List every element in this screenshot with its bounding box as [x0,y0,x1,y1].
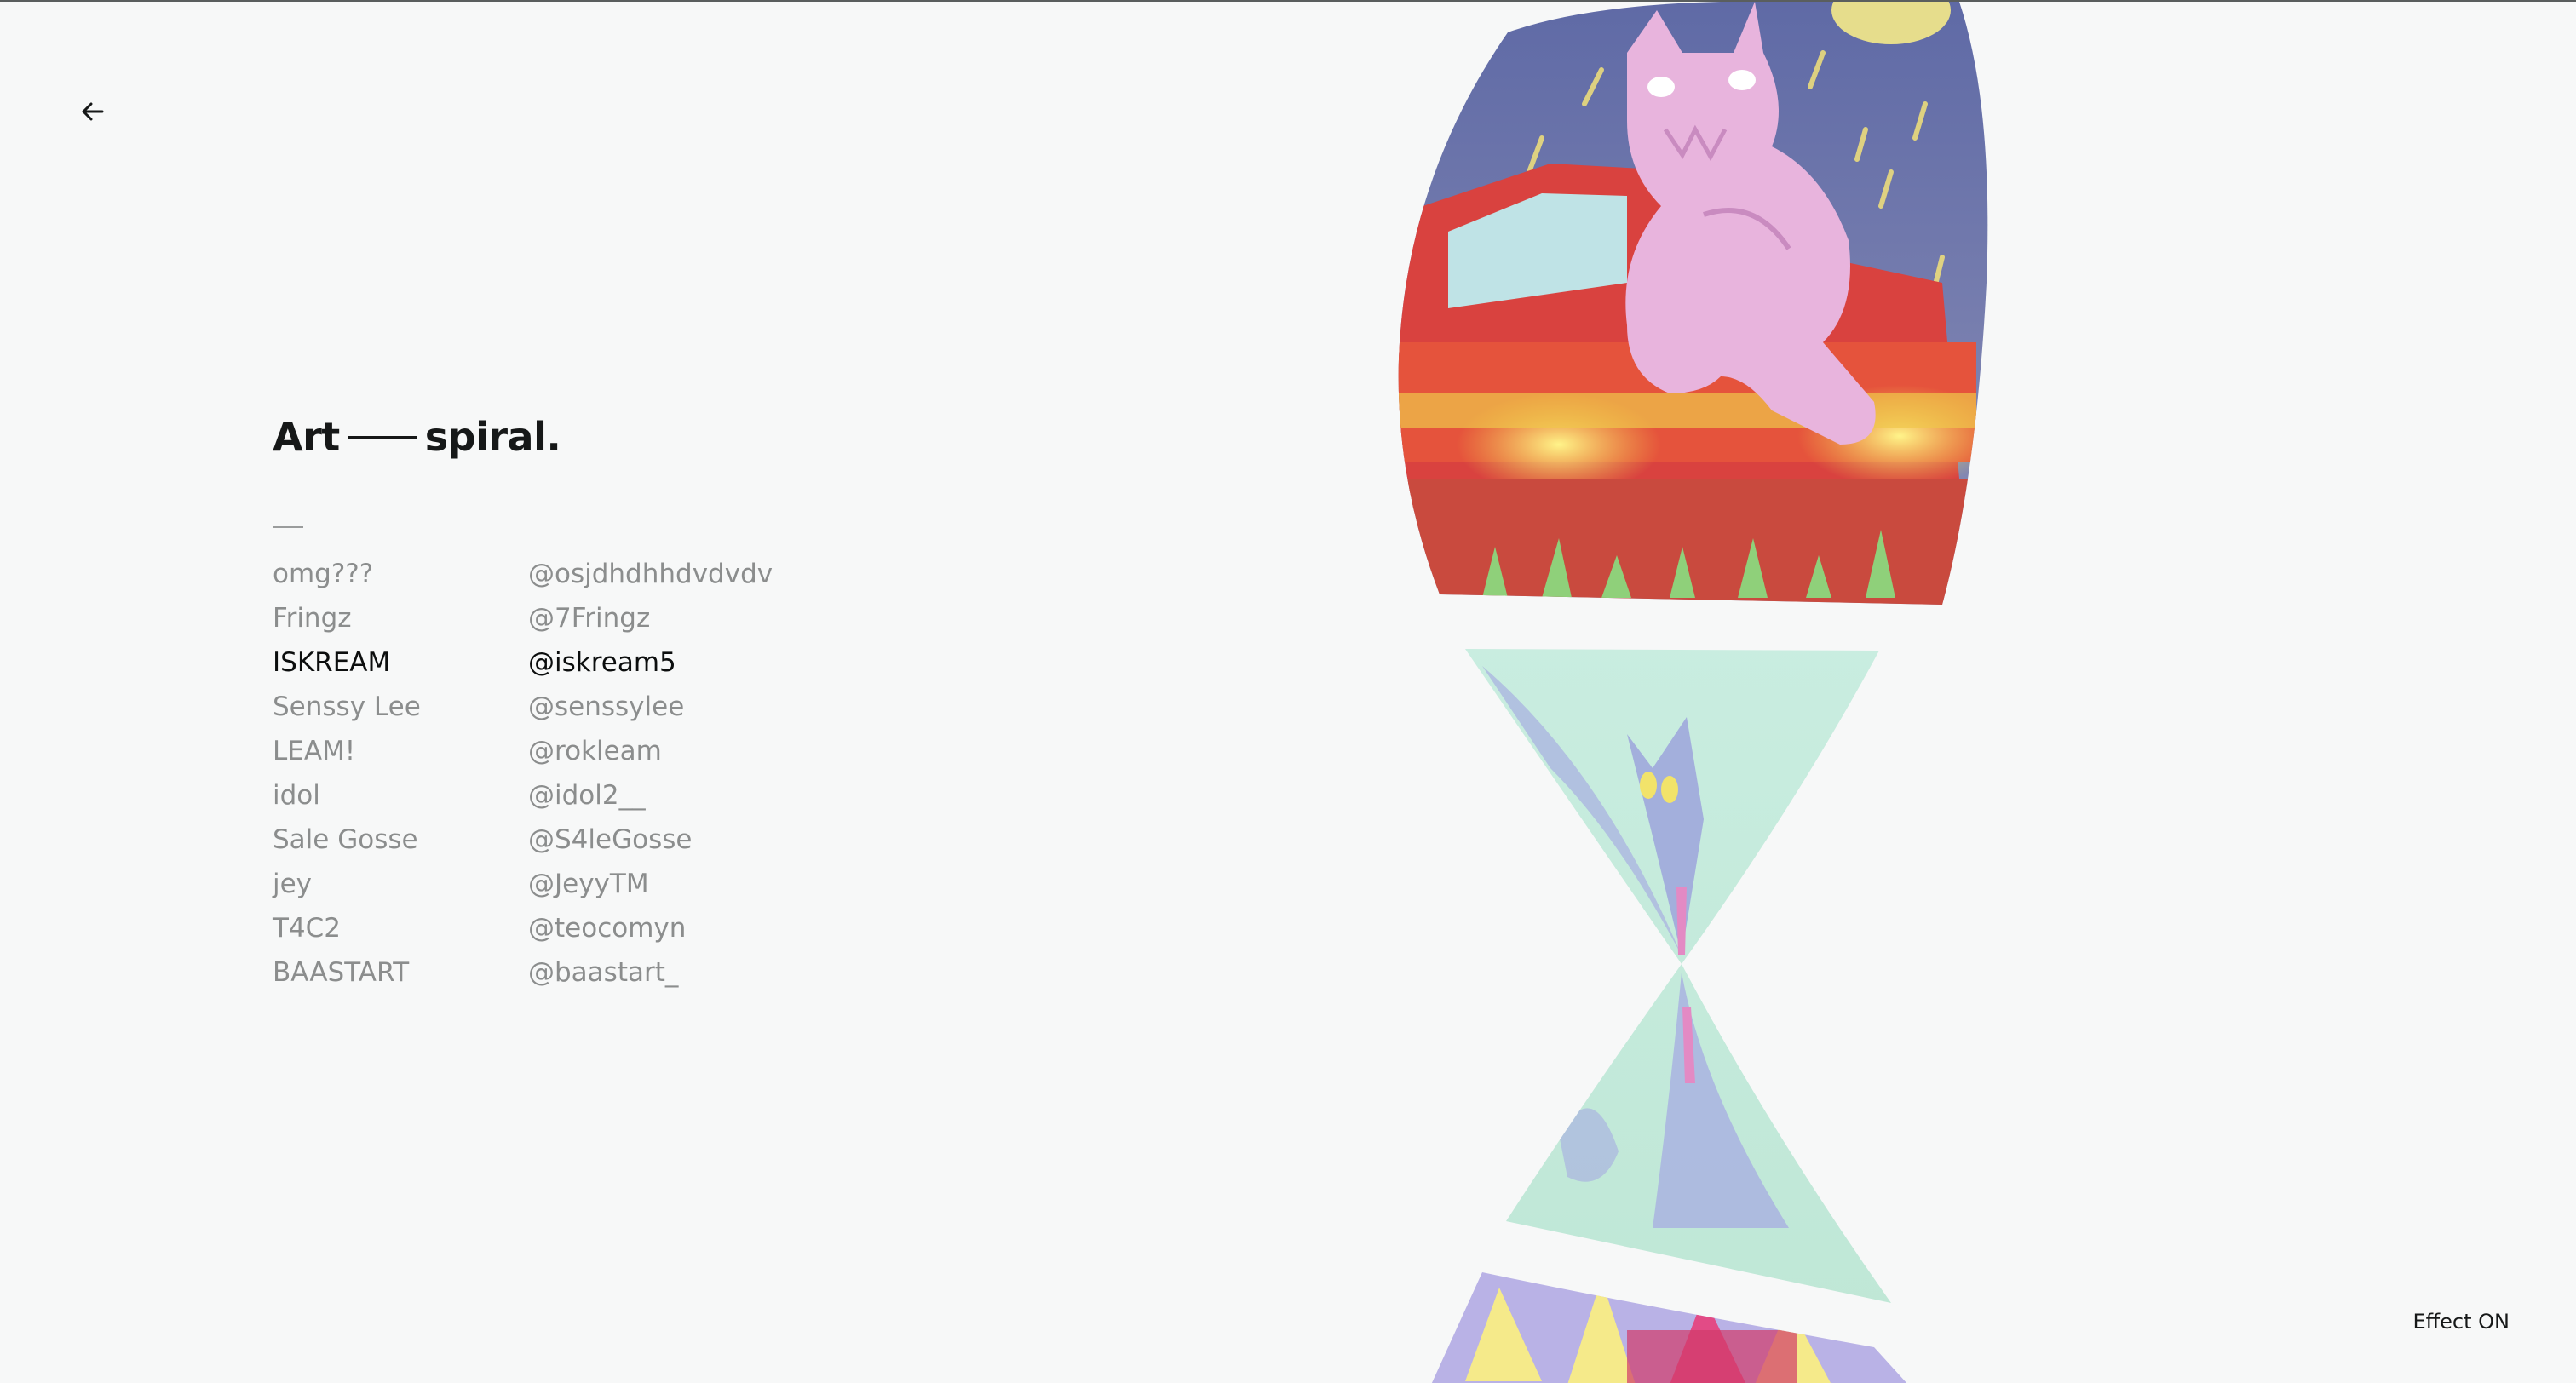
artist-handle: @JeyyTM [528,869,649,899]
title-part-spiral: spiral. [424,414,561,460]
artist-handle: @senssylee [528,692,685,722]
credit-row[interactable]: omg??? @osjdhdhhdvdvdv [273,552,869,596]
artwork-top-panel [1398,2,1988,605]
credit-row[interactable]: Senssy Lee @senssylee [273,685,869,729]
artist-handle: @baastart_ [528,957,679,988]
artist-name: omg??? [273,559,374,589]
artist-handle: @S4leGosse [528,824,693,855]
page-title: Art spiral. [273,414,561,460]
artist-name: BAASTART [273,957,410,988]
artist-name: T4C2 [273,913,342,944]
artist-handle: @7Fringz [528,603,651,634]
back-button[interactable] [73,92,112,131]
credit-row[interactable]: jey @JeyyTM [273,862,869,906]
title-dash [348,435,417,439]
artwork-middle-panel [1465,649,1891,1303]
artist-handle: @iskream5 [528,647,676,678]
artist-name: Senssy Lee [273,692,421,722]
credit-row[interactable]: Fringz @7Fringz [273,596,869,640]
artist-name: Sale Gosse [273,824,418,855]
artist-name: ISKREAM [273,647,391,678]
title-part-art: Art [273,414,340,460]
section-divider [273,526,303,528]
effect-toggle-button[interactable]: Effect ON [2412,1310,2510,1334]
credit-row[interactable]: T4C2 @teocomyn [273,906,869,950]
spiral-artwork [1346,2,2027,1383]
credit-row[interactable]: idol @idol2__ [273,773,869,818]
artist-handle: @teocomyn [528,913,687,944]
artist-handle: @osjdhdhhdvdvdv [528,559,773,589]
arrow-left-icon [82,102,104,121]
artist-name: idol [273,780,320,811]
artwork-bottom-panel [1431,1272,1908,1383]
credit-row[interactable]: Sale Gosse @S4leGosse [273,818,869,862]
artist-name: Fringz [273,603,352,634]
artist-handle: @idol2__ [528,780,646,811]
page: Art spiral. omg??? @osjdhdhhdvdvdv Fringz @… [0,0,2576,1383]
artist-handle: @rokleam [528,736,662,766]
artist-credits-list: omg??? @osjdhdhhdvdvdv Fringz @7Fringz ISKRE… [273,552,869,995]
artist-name: jey [273,869,313,899]
credit-row[interactable]: LEAM! @rokleam [273,729,869,773]
credit-row[interactable]: ISKREAM @iskream5 [273,640,869,685]
artist-name: LEAM! [273,736,356,766]
credit-row[interactable]: BAASTART @baastart_ [273,950,869,995]
